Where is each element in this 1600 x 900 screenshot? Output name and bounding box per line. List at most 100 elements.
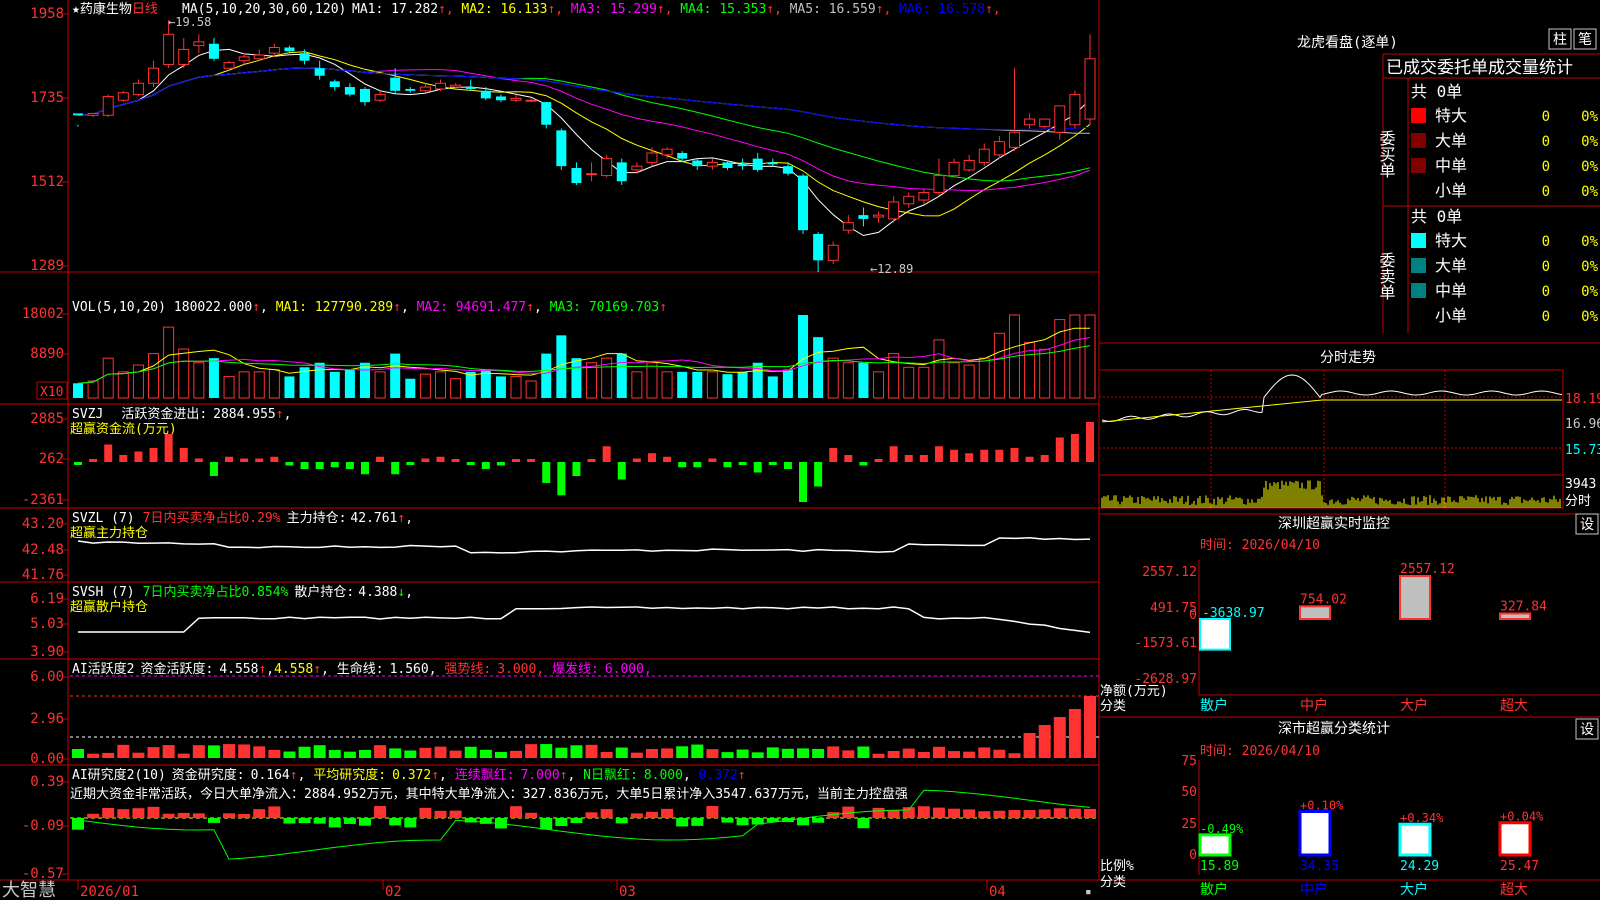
ai-research-bar xyxy=(253,809,266,818)
svzj-bar xyxy=(723,462,732,468)
candle-body xyxy=(767,162,778,165)
sz-class-value-label: 15.89 xyxy=(1200,859,1239,874)
svzj-bar xyxy=(149,448,158,462)
ai-activity-bar xyxy=(479,749,492,758)
ai-research-bar xyxy=(102,807,115,818)
sz-class-value-label: 25.47 xyxy=(1500,859,1539,874)
sz-class-settings-label[interactable]: 设 xyxy=(1580,722,1594,738)
volume-bar xyxy=(178,348,190,399)
ai-research-bar xyxy=(87,813,100,818)
ai-research-bar xyxy=(857,818,870,829)
svg-text:VOL(5,10,20)180022.000↑, MA1:: VOL(5,10,20) 180022.000↑, MA1: 127790.289… xyxy=(72,300,667,315)
volume-bar xyxy=(888,353,900,399)
lhb-color-swatch xyxy=(1411,258,1426,273)
y-tick-label: 18002 xyxy=(22,306,64,322)
volume-bar xyxy=(541,353,552,398)
lhb-row-pct: 0% xyxy=(1581,309,1598,325)
ai-research-bar xyxy=(192,813,205,818)
sz-class-change-label: +0.10% xyxy=(1300,798,1344,812)
y-tick-label: 6.19 xyxy=(30,591,64,607)
candle-body xyxy=(978,148,990,163)
ai-research-bar xyxy=(238,813,251,818)
volume-bar xyxy=(706,371,718,399)
candle-body xyxy=(73,113,83,116)
x-tick-label: 2026/01 xyxy=(80,884,139,900)
ai-activity-bar xyxy=(419,747,432,758)
volume-bar xyxy=(223,375,235,399)
candle-body xyxy=(465,87,476,89)
sz-monitor-settings-label[interactable]: 设 xyxy=(1580,517,1594,533)
candle-body xyxy=(661,148,673,156)
ai-activity-bar xyxy=(192,745,205,758)
lhb-row-name: 中单 xyxy=(1435,156,1467,175)
lhb-bar-label[interactable]: 柱 xyxy=(1553,32,1567,48)
ai-activity-bar xyxy=(207,745,220,758)
sz-monitor-time: 时间: 2026/04/10 xyxy=(1200,538,1320,553)
y-tick-label: 0.39 xyxy=(30,774,64,790)
candle-body xyxy=(677,152,688,159)
ai-activity-bar xyxy=(736,749,749,758)
sz-class-bar xyxy=(1398,822,1432,857)
lhb-tick-label[interactable]: 笔 xyxy=(1578,32,1592,48)
svzj-bar xyxy=(89,459,98,462)
y-tick-label: -0.09 xyxy=(22,818,64,834)
lhb-row-count: 0 xyxy=(1542,309,1550,325)
candle-body xyxy=(193,41,205,47)
sz-class-y-tick: 50 xyxy=(1181,785,1197,800)
volume-bar xyxy=(284,376,295,398)
ai-research-bar xyxy=(872,807,885,818)
volume-bar xyxy=(87,380,99,399)
ai-research-bar xyxy=(963,809,976,818)
candle-body xyxy=(87,112,99,116)
volume-bar xyxy=(1069,314,1081,399)
lhb-row-count: 0 xyxy=(1542,284,1550,300)
ai-activity-bar xyxy=(147,747,160,758)
volume-bar xyxy=(737,371,748,398)
ai-research-bar xyxy=(993,810,1006,818)
ma-value-6: MA6: 16.578↑, xyxy=(899,2,1001,17)
volume-bar xyxy=(948,362,960,399)
ai-activity-bar xyxy=(177,753,190,758)
lhb-row-name: 中单 xyxy=(1435,281,1467,300)
lhb-row-name: 小单 xyxy=(1435,306,1467,325)
volume-bar xyxy=(208,358,219,398)
ai-activity-bar xyxy=(570,745,583,758)
svzj-bar xyxy=(632,458,641,462)
sz-monitor-category: 超大 xyxy=(1500,698,1528,714)
svzj-bar xyxy=(300,462,309,469)
ai-research-bar xyxy=(645,811,658,818)
ai-activity-bar xyxy=(963,751,976,758)
svzj-bar xyxy=(950,449,959,462)
candle-body xyxy=(858,215,869,219)
ai-activity-bar xyxy=(1038,725,1051,758)
volume-bar xyxy=(450,378,462,399)
lhb-color-swatch xyxy=(1411,158,1426,173)
sz-class-category: 大户 xyxy=(1400,881,1428,898)
ai-research-bar xyxy=(343,818,356,824)
ai-activity-bar xyxy=(72,749,84,758)
vol-ma1: 127790.289 xyxy=(315,300,393,315)
lhb-color-swatch xyxy=(1411,233,1426,248)
sz-monitor-xlabel: 分类 xyxy=(1100,699,1126,714)
ai-activity-bar xyxy=(706,749,719,758)
candle-body xyxy=(208,43,219,59)
lhb-sell-label: 委卖单 xyxy=(1377,252,1396,300)
candle-body xyxy=(435,82,447,90)
ai1-header: AI活跃度2 资金活跃度: 4.558↑,4.558↑, 生命线: 1.560, 强势… xyxy=(72,661,652,677)
sz-monitor-bar-label: 754.02 xyxy=(1300,592,1347,607)
ai-activity-bar xyxy=(525,744,538,758)
x-tick-label: 03 xyxy=(619,884,636,900)
ma-value-4: MA4: 15.353↑, xyxy=(680,2,782,17)
ai-activity-bar xyxy=(993,749,1006,758)
ai-research-bar xyxy=(615,818,628,824)
candle-body xyxy=(450,84,462,88)
high-label: 19.58 xyxy=(175,15,211,29)
sz-monitor-bar xyxy=(1199,618,1231,651)
svzj-bar xyxy=(602,446,611,462)
sz-class-change-label: +0.04% xyxy=(1500,810,1544,824)
stock-chart-canvas[interactable]: ★药康生物日线 MA(5,10,20,30,60,120) MA1: 17.28… xyxy=(0,0,1600,900)
svzj-bar xyxy=(255,458,264,462)
candle-body xyxy=(148,67,160,84)
volume-bar xyxy=(359,362,370,398)
svg-text:←12.89: ←12.89 xyxy=(870,262,913,276)
